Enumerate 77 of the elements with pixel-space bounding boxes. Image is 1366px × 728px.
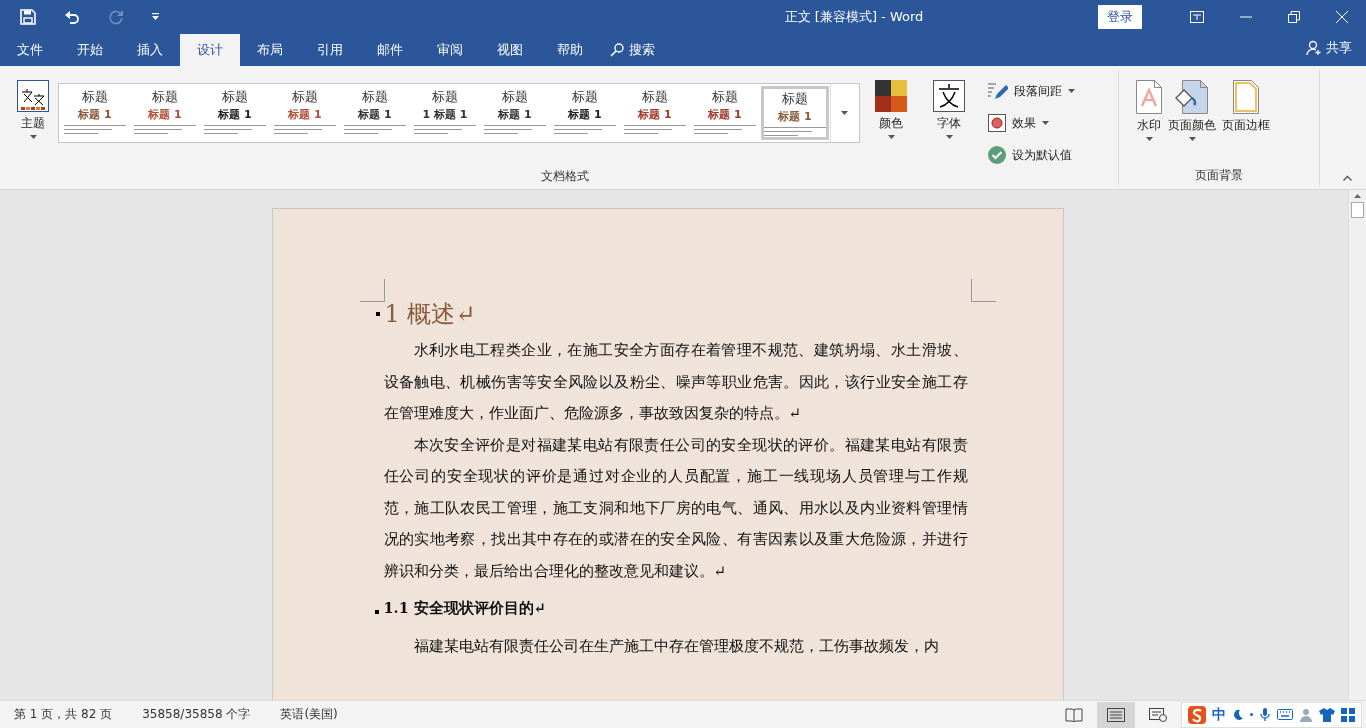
- scrollbar-thumb[interactable]: [1351, 202, 1364, 218]
- collapse-ribbon-icon[interactable]: [1343, 175, 1352, 181]
- font-icon: [933, 80, 965, 112]
- paragraph: 本次安全评价是对福建某电站有限责任公司的安全现状的评价。福建某电站有限责任公司的安全现状的评价是通过对企业的人员配置，施工一线现场人员管理与工作规范，施工队农民工管理，施工支洞和地下厂房的电气、通风、用水以及内业资料管理情况的实地考察，找出其中存在的或潜在的安全风险、有害因素以及重大危险源，并进行辨识和分类，最后给出合理化的整改意见和建议。↵: [383, 434, 968, 582]
- undo-icon[interactable]: [64, 9, 80, 25]
- share-label[interactable]: 共享: [1326, 39, 1352, 57]
- person-add-icon[interactable]: [1306, 40, 1322, 56]
- ime-toolbar[interactable]: 中: [1181, 701, 1362, 728]
- list-marker: [375, 312, 380, 316]
- ribbon-tab[interactable]: 引用: [300, 34, 360, 66]
- ribbon-tab[interactable]: 文件: [0, 34, 60, 66]
- ribbon-tab[interactable]: 布局: [240, 34, 300, 66]
- search-label[interactable]: 搜索: [629, 41, 655, 59]
- web-layout-icon: [1149, 707, 1167, 722]
- caret-icon: [887, 135, 895, 139]
- caret-icon: [29, 135, 37, 139]
- fonts-button[interactable]: 字体: [928, 78, 970, 141]
- list-marker: [374, 610, 379, 614]
- page-button[interactable]: 页面边框: [1219, 78, 1273, 136]
- scroll-up-icon: [1354, 194, 1361, 198]
- close-icon[interactable]: [1336, 11, 1348, 23]
- ribbon-button[interactable]: 效果: [986, 110, 1077, 136]
- subheading: 1.1 安全现状评价目的↵: [383, 598, 546, 618]
- group-label: 文档格式: [540, 168, 590, 185]
- page-layout-icon: [1107, 707, 1125, 722]
- heading: 1 概述↵: [384, 299, 476, 330]
- moon-icon: [1232, 708, 1244, 721]
- crop-mark: [359, 279, 385, 302]
- page-count[interactable]: 第 1 页，共 82 页: [14, 706, 113, 723]
- ribbon-tab[interactable]: 邮件: [360, 34, 420, 66]
- save-icon[interactable]: [20, 9, 36, 25]
- color-palette-icon: [875, 80, 907, 112]
- vertical-scrollbar[interactable]: [1348, 190, 1366, 700]
- window-title: 正文 [兼容模式] - Word: [783, 8, 925, 26]
- ribbon-tab[interactable]: 插入: [120, 34, 180, 66]
- ribbon-tab[interactable]: 视图: [480, 34, 540, 66]
- language[interactable]: 英语(美国): [280, 706, 338, 723]
- paragraph: 水利水电工程类企业，在施工安全方面存在着管理不规范、建筑坍塌、水土滑坡、设备触电、机械伤害等安全风险以及粉尘、噪声等职业危害。因此，该行业安全施工存在管理难度大，作业面广、危险源多，事故致因复杂的特点。↵: [383, 340, 968, 424]
- sogou-logo-icon: [1188, 705, 1206, 724]
- watermark-icon: [1136, 80, 1162, 114]
- person-icon: [1299, 707, 1313, 722]
- paragraph-spacing-icon: [988, 82, 1008, 100]
- colors-button[interactable]: 颜色: [870, 78, 912, 141]
- sign-in-button[interactable]: 登录: [1098, 5, 1142, 29]
- restore-icon[interactable]: [1288, 11, 1300, 23]
- microphone-icon: [1259, 707, 1271, 722]
- punctuation-icon: [1250, 713, 1253, 716]
- word-count[interactable]: 35858/35858 个字: [142, 706, 251, 723]
- ribbon-tab[interactable]: 审阅: [420, 34, 480, 66]
- theme-button[interactable]: 主题: [12, 78, 54, 141]
- customize-caret-icon[interactable]: [152, 13, 160, 21]
- page-border-icon: [1233, 80, 1259, 114]
- ribbon-button[interactable]: 设为默认值: [986, 142, 1077, 168]
- shirt-icon: [1319, 707, 1335, 722]
- ime-mode[interactable]: 中: [1212, 705, 1226, 724]
- ribbon-display-icon[interactable]: [1190, 11, 1204, 23]
- group-label: 页面背景: [1194, 167, 1244, 184]
- ribbon-tab[interactable]: 帮助: [540, 34, 600, 66]
- style-thumbnail[interactable]: 标题 标题 1: [761, 86, 829, 140]
- caret-icon: [841, 111, 848, 115]
- crop-mark: [970, 279, 996, 302]
- book-icon: [1065, 707, 1083, 722]
- effects-icon: [988, 114, 1006, 132]
- caret-icon: [945, 135, 953, 139]
- view-button[interactable]: [1097, 701, 1135, 728]
- theme-icon: [17, 80, 49, 112]
- keyboard-icon: [1277, 709, 1293, 720]
- check-circle-icon: [988, 146, 1006, 164]
- search-icon[interactable]: [610, 43, 624, 57]
- page-color-icon: [1174, 80, 1210, 114]
- ribbon-tab[interactable]: 设计: [180, 34, 240, 66]
- paragraph: 福建某电站有限责任公司在生产施工中存在管理极度不规范，工伤事故频发，内: [412, 636, 940, 657]
- ribbon-button[interactable]: 段落间距: [986, 78, 1077, 104]
- grid-icon: [1341, 707, 1355, 722]
- page-button[interactable]: 水印: [1133, 78, 1165, 143]
- page-button[interactable]: 页面颜色: [1165, 78, 1219, 143]
- ribbon-tab[interactable]: 开始: [60, 34, 120, 66]
